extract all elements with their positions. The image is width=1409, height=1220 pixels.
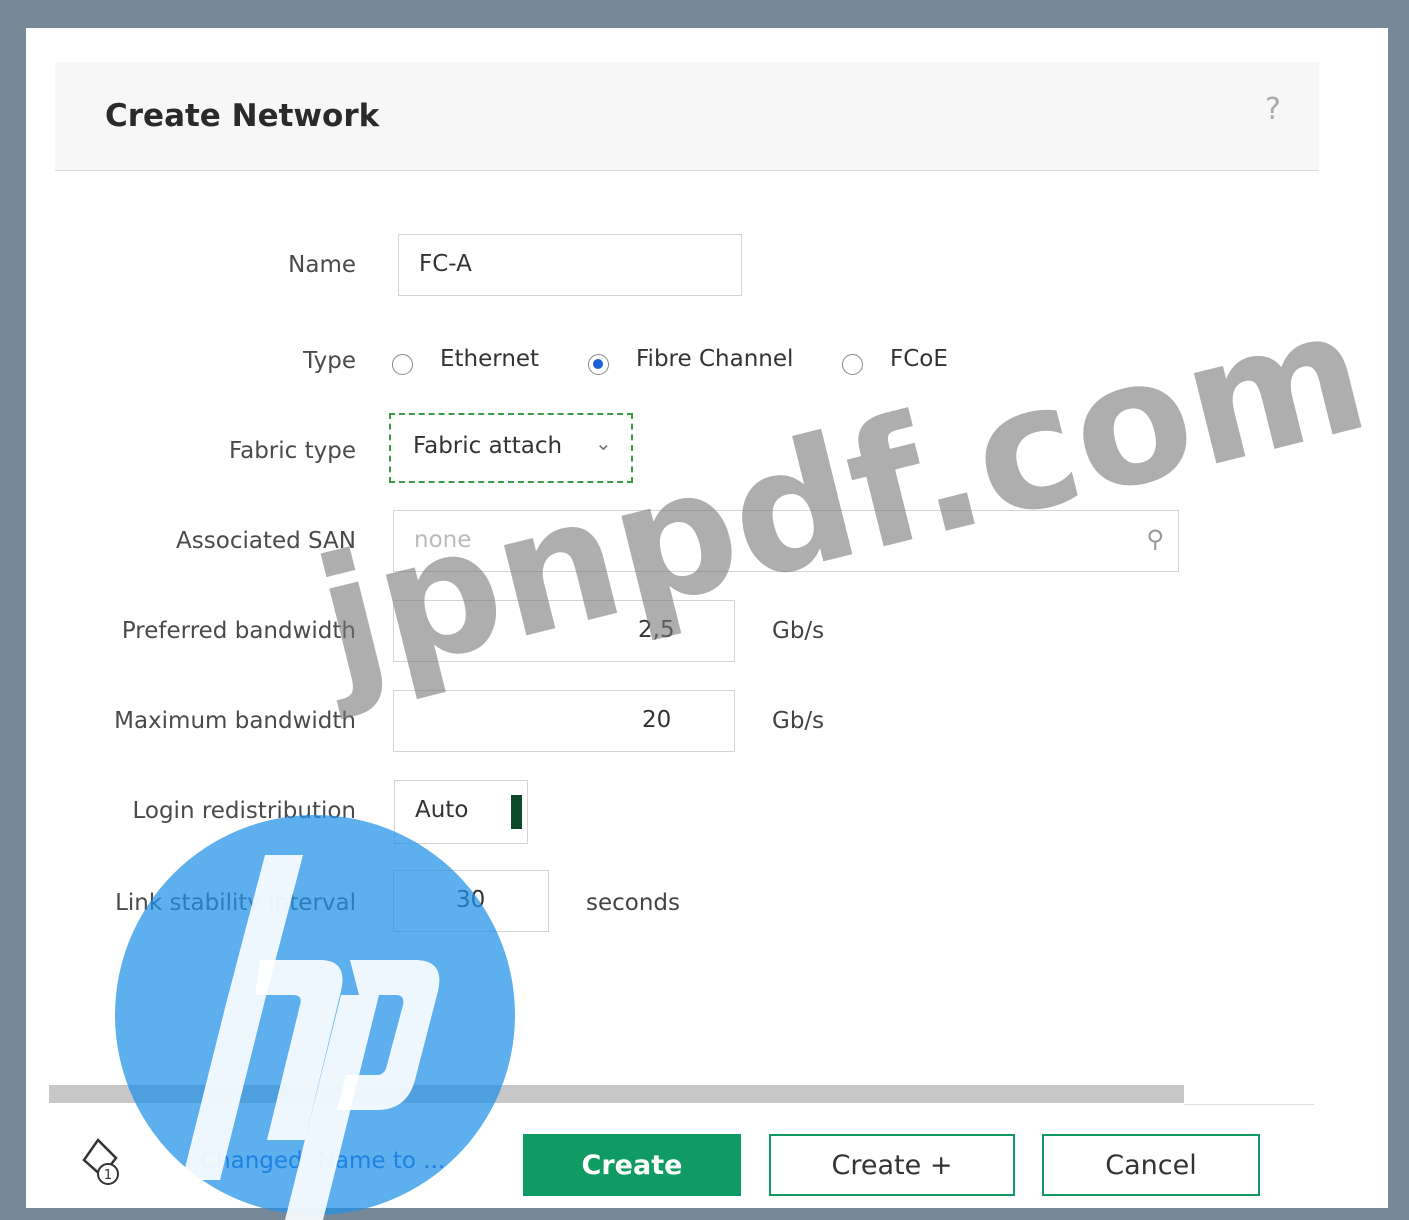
radio-checked-icon xyxy=(588,354,609,375)
maximum-bandwidth-unit: Gb/s xyxy=(772,708,825,734)
dialog-header: Create Network ? xyxy=(55,62,1319,171)
toggle-indicator xyxy=(511,795,522,829)
changes-pin-icon[interactable]: 1 xyxy=(76,1136,132,1186)
fabric-type-label: Fabric type xyxy=(229,438,356,464)
associated-san-input[interactable]: none ⚲ xyxy=(393,510,1179,572)
link-stability-unit: seconds xyxy=(586,890,681,916)
cancel-button[interactable]: Cancel xyxy=(1042,1134,1260,1196)
maximum-bandwidth-value: 20 xyxy=(642,707,672,733)
login-redistribution-select[interactable]: Auto xyxy=(394,780,528,844)
fabric-type-select[interactable]: Fabric attach ⌄ xyxy=(389,413,633,483)
changes-count-badge: 1 xyxy=(104,1168,112,1183)
maximum-bandwidth-label: Maximum bandwidth xyxy=(114,708,356,734)
changed-summary-link[interactable]: Changed: Name to ... xyxy=(200,1148,445,1174)
radio-unchecked-icon xyxy=(842,354,863,375)
preferred-bandwidth-label: Preferred bandwidth xyxy=(121,618,356,644)
create-network-dialog: Create Network ? Name FC-A Type Ethernet… xyxy=(26,28,1388,1208)
help-icon[interactable]: ? xyxy=(1265,92,1281,127)
name-input-value: FC-A xyxy=(419,251,472,277)
type-label: Type xyxy=(303,348,356,374)
type-option-label: FCoE xyxy=(890,346,948,372)
create-plus-button[interactable]: Create + xyxy=(769,1134,1015,1196)
associated-san-label: Associated SAN xyxy=(176,528,356,554)
chevron-down-icon: ⌄ xyxy=(595,431,612,455)
link-stability-value: 30 xyxy=(456,887,486,913)
create-button[interactable]: Create xyxy=(523,1134,741,1196)
dialog-title: Create Network xyxy=(105,98,380,134)
radio-unchecked-icon xyxy=(392,354,413,375)
name-input[interactable]: FC-A xyxy=(398,234,742,296)
link-stability-label: Link stability interval xyxy=(115,890,356,916)
preferred-bandwidth-unit: Gb/s xyxy=(772,618,825,644)
preferred-bandwidth-value: 2,5 xyxy=(638,617,675,643)
maximum-bandwidth-input[interactable]: 20 xyxy=(393,690,735,752)
type-option-label: Fibre Channel xyxy=(636,346,794,372)
footer-divider xyxy=(49,1085,1184,1103)
type-option-label: Ethernet xyxy=(440,346,540,372)
name-label: Name xyxy=(288,252,356,278)
footer-divider-thin xyxy=(1184,1104,1314,1105)
fabric-type-value: Fabric attach xyxy=(413,433,563,459)
preferred-bandwidth-input[interactable]: 2,5 xyxy=(393,600,735,662)
login-redistribution-label: Login redistribution xyxy=(132,798,356,824)
associated-san-placeholder: none xyxy=(414,527,472,553)
search-icon[interactable]: ⚲ xyxy=(1146,525,1164,553)
link-stability-input[interactable]: 30 xyxy=(393,870,549,932)
login-redistribution-value: Auto xyxy=(415,797,469,823)
